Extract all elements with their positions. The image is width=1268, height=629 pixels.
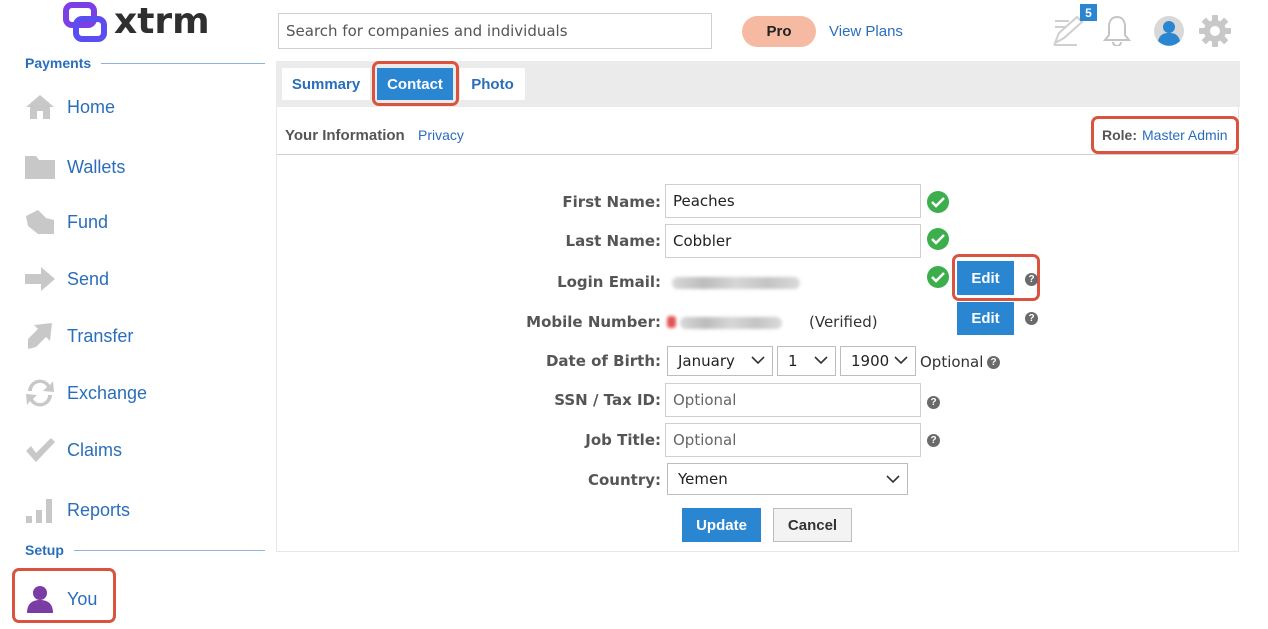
help-icon[interactable]: ? [1025,273,1038,286]
sidebar-item-label: You [67,588,98,609]
help-icon[interactable]: ? [927,434,940,447]
gear-icon[interactable] [1197,13,1233,49]
sidebar-item-label: Claims [67,439,123,460]
country-label: Country: [587,471,661,489]
sidebar-item-wallets[interactable]: Wallets [24,147,264,187]
transfer-icon [24,320,56,352]
plan-badge[interactable]: Pro [742,16,816,47]
help-icon[interactable]: ? [1025,312,1038,325]
dob-label: Date of Birth: [545,352,661,370]
sidebar-item-label: Fund [67,211,109,232]
info-header: Your Information Privacy Role: Master Ad… [277,107,1238,155]
privacy-link[interactable]: Privacy [418,127,464,143]
redacted-phone [680,317,782,329]
country-select[interactable]: Yemen [667,463,908,495]
account-avatar-icon[interactable] [1152,14,1186,48]
update-button[interactable]: Update [682,508,761,542]
tab-photo[interactable]: Photo [460,68,525,100]
job-title-label: Job Title: [585,431,661,449]
dob-optional-note: Optional [920,353,984,371]
help-icon[interactable]: ? [927,396,940,409]
arrow-right-icon [24,263,56,295]
role-value[interactable]: Master Admin [1142,127,1228,143]
role-label: Role: [1102,127,1137,143]
sidebar-section-setup-label: Setup [25,542,64,558]
sidebar-item-fund[interactable]: Fund [24,202,264,242]
ssn-label: SSN / Tax ID: [554,391,661,409]
sidebar-item-send[interactable]: Send [24,259,264,299]
mobile-verified-status: (Verified) [809,313,878,331]
dob-year-select[interactable]: 1900 [840,346,916,376]
help-icon[interactable]: ? [987,356,1000,369]
section-title: Your Information [285,127,405,144]
chevron-down-icon [814,356,828,365]
tab-contact[interactable]: Contact [377,68,453,100]
dob-day-value: 1 [788,352,798,370]
last-name-label: Last Name: [565,232,661,250]
verified-check-icon [927,228,949,250]
sidebar-item-exchange[interactable]: Exchange [24,373,264,413]
sidebar-item-home[interactable]: Home [24,87,264,127]
sidebar-item-label: Home [67,96,116,117]
sidebar-item-claims[interactable]: Claims [24,430,264,470]
dob-year-value: 1900 [851,352,890,370]
checkmark-icon [24,434,56,466]
tab-bar: Summary Contact Photo [276,61,1240,107]
redacted-email [672,277,800,289]
edit-email-button[interactable]: Edit [957,261,1014,295]
sidebar-section-setup: Setup [25,542,265,558]
dob-month-select[interactable]: January [667,346,773,376]
folder-icon [24,151,56,183]
ssn-input[interactable] [665,383,921,417]
sidebar-item-reports[interactable]: Reports [24,490,264,530]
verified-check-icon [927,191,949,213]
sidebar-item-transfer[interactable]: Transfer [24,316,264,356]
brand-name: xtrm [114,1,210,42]
section-divider [73,549,265,551]
sidebar-item-you[interactable]: You [24,579,264,619]
job-title-input[interactable] [665,423,921,457]
country-flag-icon [667,316,676,328]
view-plans-link[interactable]: View Plans [829,23,903,40]
chevron-down-icon [886,475,900,484]
section-divider [101,62,266,64]
sidebar-section-payments-label: Payments [25,55,92,71]
sidebar-item-label: Exchange [67,382,148,403]
sidebar-item-label: Send [67,268,110,289]
notification-count-badge: 5 [1080,4,1097,21]
bar-chart-icon [24,494,56,526]
chevron-down-icon [751,356,765,365]
edit-mobile-button[interactable]: Edit [957,302,1014,335]
sidebar-item-label: Transfer [67,325,134,346]
person-icon [24,583,56,615]
sidebar-item-label: Wallets [67,156,126,177]
search-input[interactable] [278,13,712,49]
exchange-icon [24,377,56,409]
cancel-button[interactable]: Cancel [773,508,852,542]
first-name-label: First Name: [562,193,661,211]
dob-day-select[interactable]: 1 [777,346,836,376]
home-icon [24,91,56,123]
country-value: Yemen [678,470,728,488]
sidebar-item-label: Reports [67,499,131,520]
tab-summary[interactable]: Summary [282,68,370,100]
bell-icon[interactable] [1100,13,1134,47]
dob-month-value: January [678,352,735,370]
first-name-input[interactable] [665,184,921,218]
mobile-number-label: Mobile Number: [526,313,661,331]
fund-icon [24,206,56,238]
sidebar-section-payments: Payments [25,55,266,71]
last-name-input[interactable] [665,224,921,258]
xtrm-logo-icon [63,2,107,42]
chevron-down-icon [894,356,908,365]
verified-check-icon [927,266,949,288]
brand-logo[interactable]: xtrm [62,0,210,44]
login-email-label: Login Email: [557,273,661,291]
